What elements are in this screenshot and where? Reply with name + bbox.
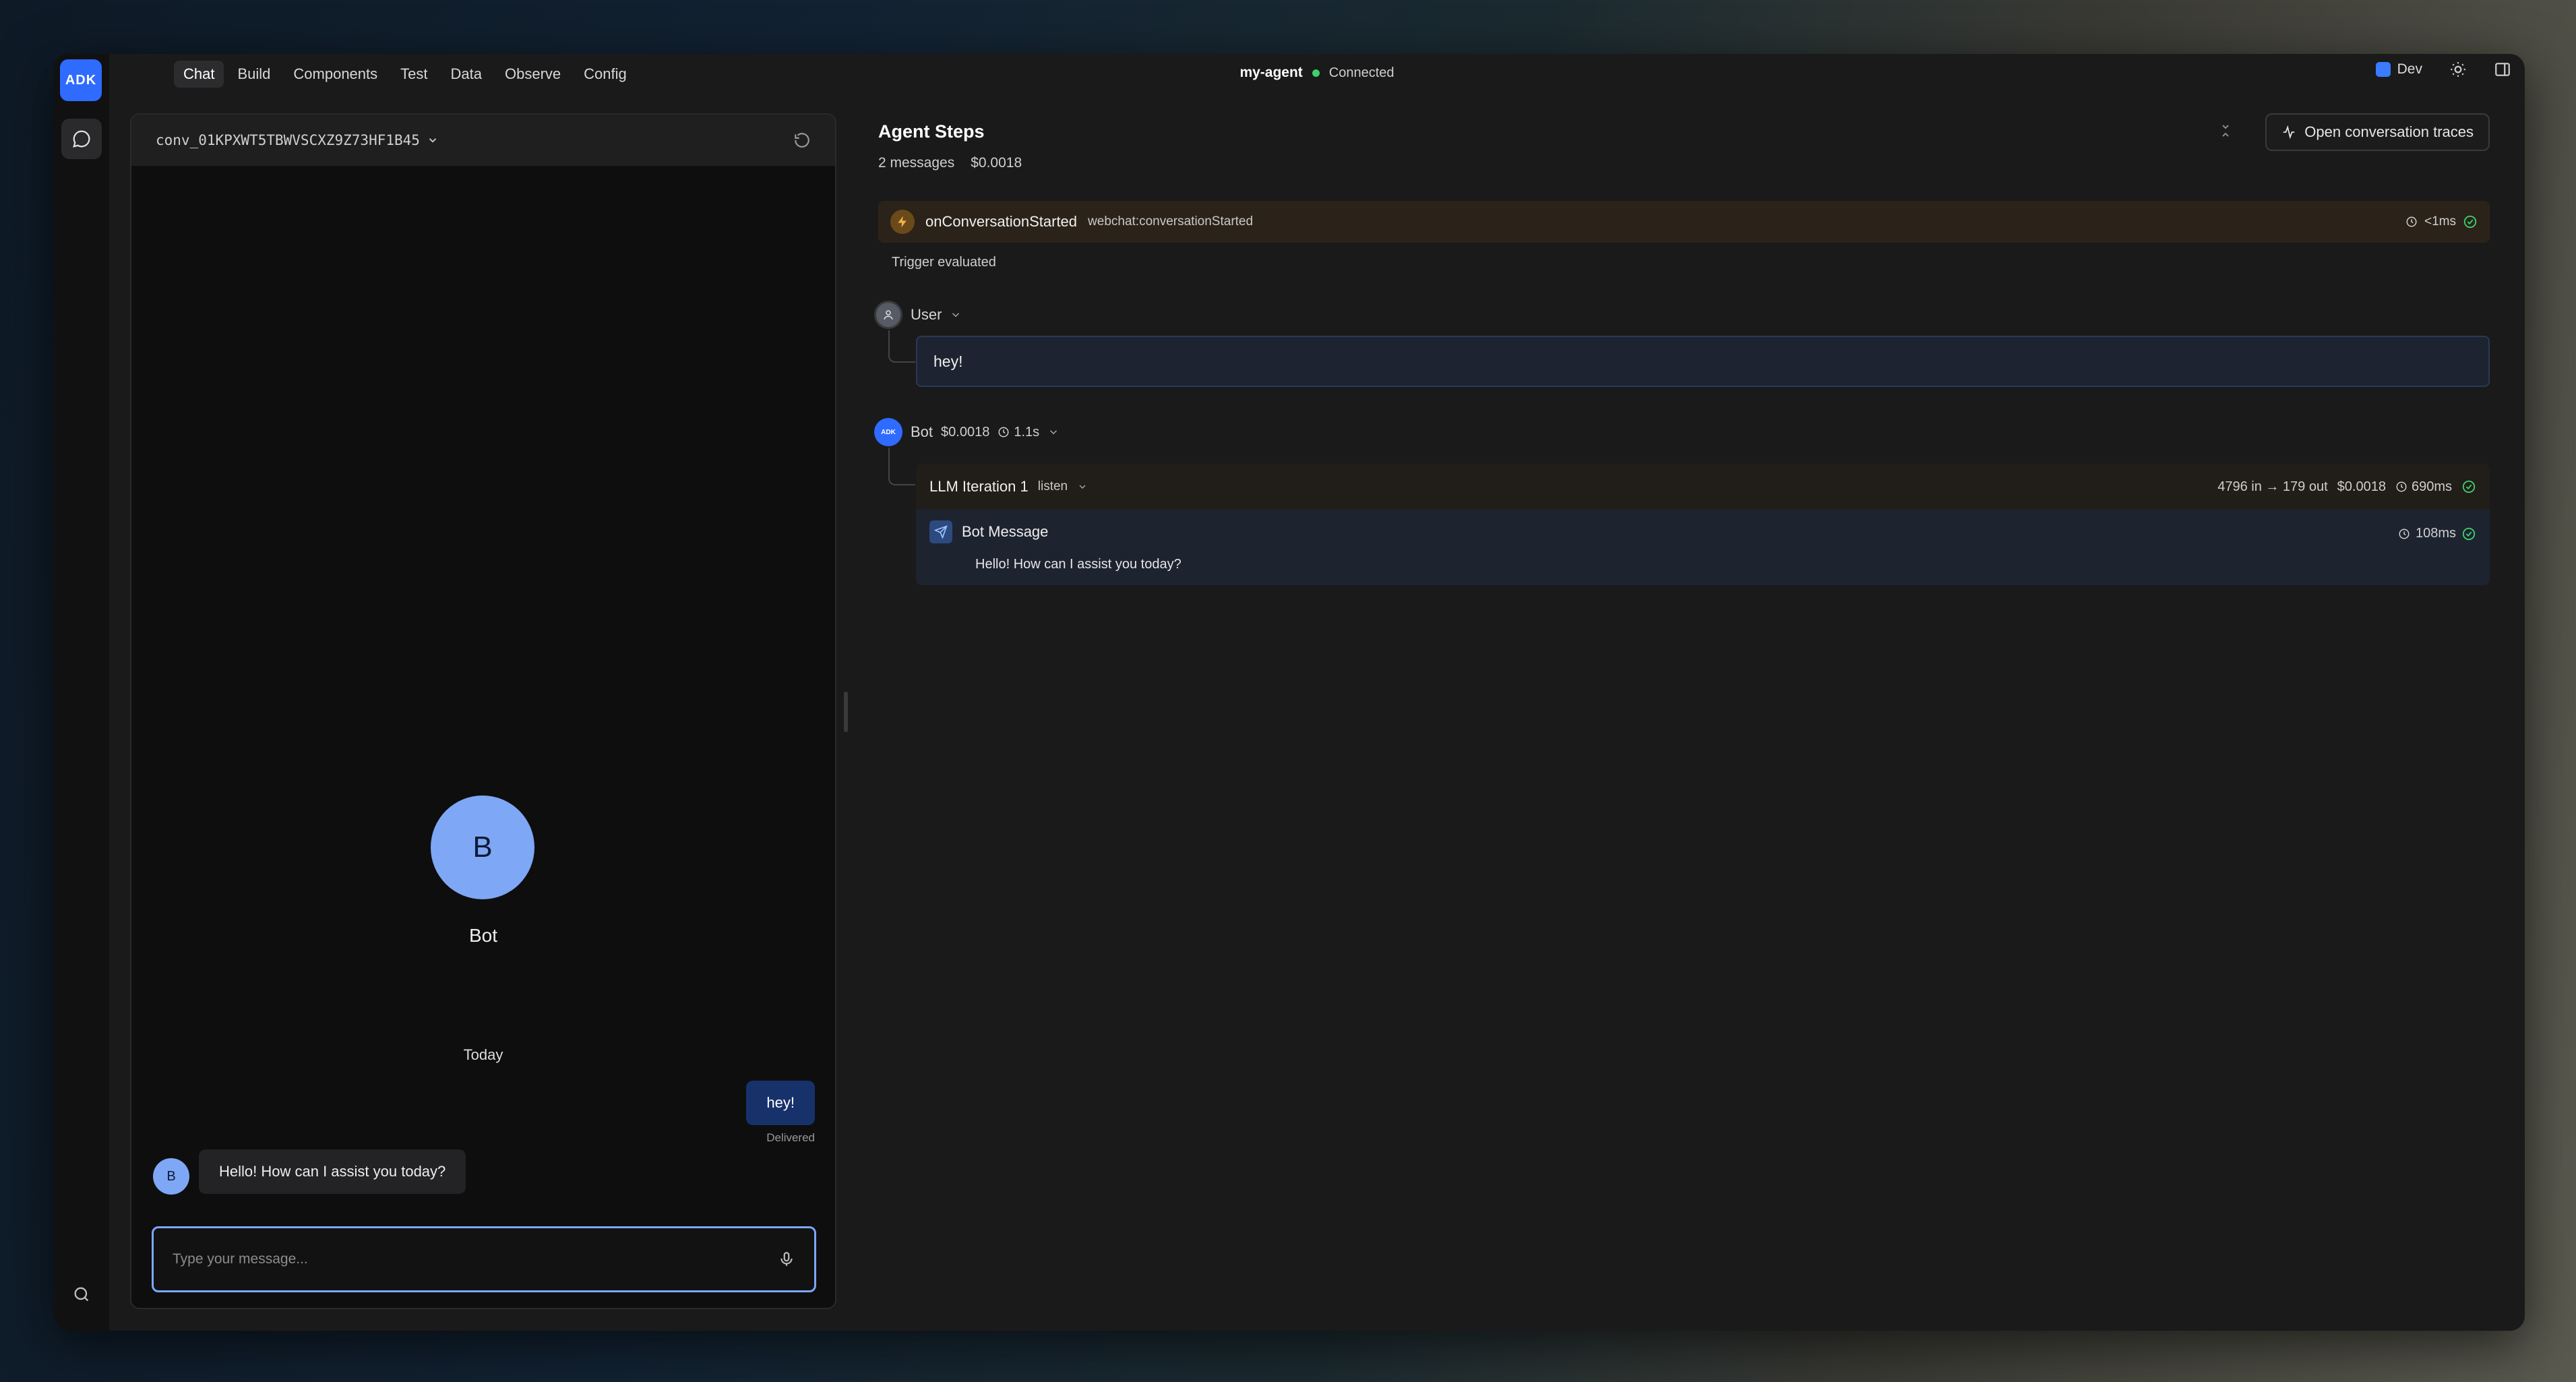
nav-observe[interactable]: Observe [495,61,570,88]
tree-connector [888,330,915,363]
panel-resize-handle[interactable] [844,692,848,732]
llm-stats: 4796 in → 179 out $0.0018 690ms [2217,479,2476,495]
top-right-controls: Dev [2376,61,2511,78]
bot-avatar: B [153,1158,189,1195]
app-logo[interactable]: ADK [60,59,102,101]
delivery-status: Delivered [766,1131,815,1145]
bot-message-header: Bot Message [929,520,2476,543]
bot-message-title: Bot Message [962,523,1048,541]
agent-steps-title: Agent Steps [878,121,985,142]
chat-icon [71,129,92,149]
nav-components[interactable]: Components [284,61,387,88]
open-traces-button[interactable]: Open conversation traces [2265,113,2490,151]
conversation-id: conv_01KPXWT5TBWVSCXZ9Z73HF1B45 [156,132,420,148]
tree-connector [888,448,915,485]
connected-dot [1312,69,1320,77]
llm-iteration-title: LLM Iteration 1 [929,478,1029,495]
env-switcher[interactable]: Dev [2376,61,2422,78]
bot-message-duration: 108ms [2416,526,2456,541]
nav-chat[interactable]: Chat [174,61,224,88]
bot-step-label: Bot [911,423,933,441]
left-rail: ADK [54,54,109,1331]
check-circle-icon [2463,214,2478,229]
sun-icon[interactable] [2449,61,2467,78]
llm-iteration-header[interactable]: LLM Iteration 1 listen 4796 in → 179 out… [916,464,2490,510]
date-separator: Today [131,1046,835,1064]
search-icon [72,1285,91,1304]
steps-summary: 2 messages $0.0018 [878,155,1022,171]
search-rail-button[interactable] [61,1274,102,1315]
llm-mode: listen [1038,479,1068,494]
bot-avatar-large: B [431,795,534,899]
agent-name: my-agent [1239,65,1302,81]
open-traces-label: Open conversation traces [2304,123,2474,141]
app-window: ADK my-agent Connected Chat Build Compon… [54,54,2525,1331]
clock-icon [2398,528,2410,540]
llm-iteration-block: LLM Iteration 1 listen 4796 in → 179 out… [916,464,2490,585]
sidebar-toggle-icon[interactable] [2494,61,2511,78]
activity-icon [2281,125,2296,140]
message-input[interactable] [173,1251,766,1267]
bot-step-cost: $0.0018 [941,425,989,440]
mic-icon[interactable] [778,1251,795,1268]
bot-logo-icon: ADK [874,418,902,446]
nav-test[interactable]: Test [391,61,437,88]
total-cost: $0.0018 [971,155,1022,171]
trigger-duration: <1ms [2424,214,2456,229]
agent-steps-panel: Agent Steps 2 messages $0.0018 Open conv… [878,113,2490,1309]
top-bar: my-agent Connected Chat Build Components… [109,54,2525,92]
clock-icon [2395,481,2408,493]
chevron-down-icon [1077,481,1088,492]
bot-step-header[interactable]: ADK Bot $0.0018 1.1s [874,418,1060,446]
llm-duration-value: 690ms [2412,479,2452,495]
message-input-box[interactable] [152,1226,816,1292]
main-nav: Chat Build Components Test Data Observe … [174,61,636,88]
bot-name: Bot [131,925,835,947]
llm-tokens: 4796 in → 179 out [2217,479,2327,495]
env-label: Dev [2397,61,2422,78]
llm-duration: 690ms [2395,479,2452,495]
check-circle-icon [2461,479,2476,494]
bot-message-step[interactable]: Bot Message 108ms Hello! How can I assis… [916,510,2490,585]
bot-duration-value: 1.1s [1014,425,1039,440]
user-icon [874,301,902,329]
nav-data[interactable]: Data [441,61,491,88]
user-step-label: User [911,306,942,324]
bot-message-meta: 108ms [2398,526,2476,541]
chat-rail-button[interactable] [61,119,102,159]
collapse-icon[interactable] [2217,123,2234,139]
user-step-message: hey! [916,336,2490,387]
trigger-name: onConversationStarted [925,213,1077,231]
connection-status: Connected [1329,65,1394,81]
user-step-header[interactable]: User [874,301,962,329]
trigger-note: Trigger evaluated [892,255,996,270]
nav-config[interactable]: Config [574,61,636,88]
lightning-icon [890,210,915,234]
user-message-bubble: hey! [746,1081,815,1125]
trigger-event: webchat:conversationStarted [1088,214,1253,229]
message-count: 2 messages [878,155,954,171]
bot-step-duration: 1.1s [998,425,1039,440]
bot-message-text: Hello! How can I assist you today? [975,557,2476,572]
chevron-down-icon [1047,426,1060,438]
bot-message-bubble: Hello! How can I assist you today? [199,1149,466,1194]
check-circle-icon [2461,527,2476,541]
trigger-step[interactable]: onConversationStarted webchat:conversati… [878,201,2490,243]
nav-build[interactable]: Build [228,61,280,88]
llm-cost: $0.0018 [2337,479,2386,495]
chevron-down-icon [427,134,439,146]
send-icon [929,520,952,543]
conversation-selector[interactable]: conv_01KPXWT5TBWVSCXZ9Z73HF1B45 [156,132,439,148]
chat-panel: conv_01KPXWT5TBWVSCXZ9Z73HF1B45 B Bot To… [130,113,836,1309]
env-badge-icon [2376,62,2391,77]
refresh-icon[interactable] [793,131,811,149]
clock-icon [2405,216,2418,228]
clock-icon [998,426,1010,438]
trigger-meta: <1ms [2405,214,2478,229]
chevron-down-icon [950,309,962,321]
chat-header: conv_01KPXWT5TBWVSCXZ9Z73HF1B45 [131,115,835,166]
